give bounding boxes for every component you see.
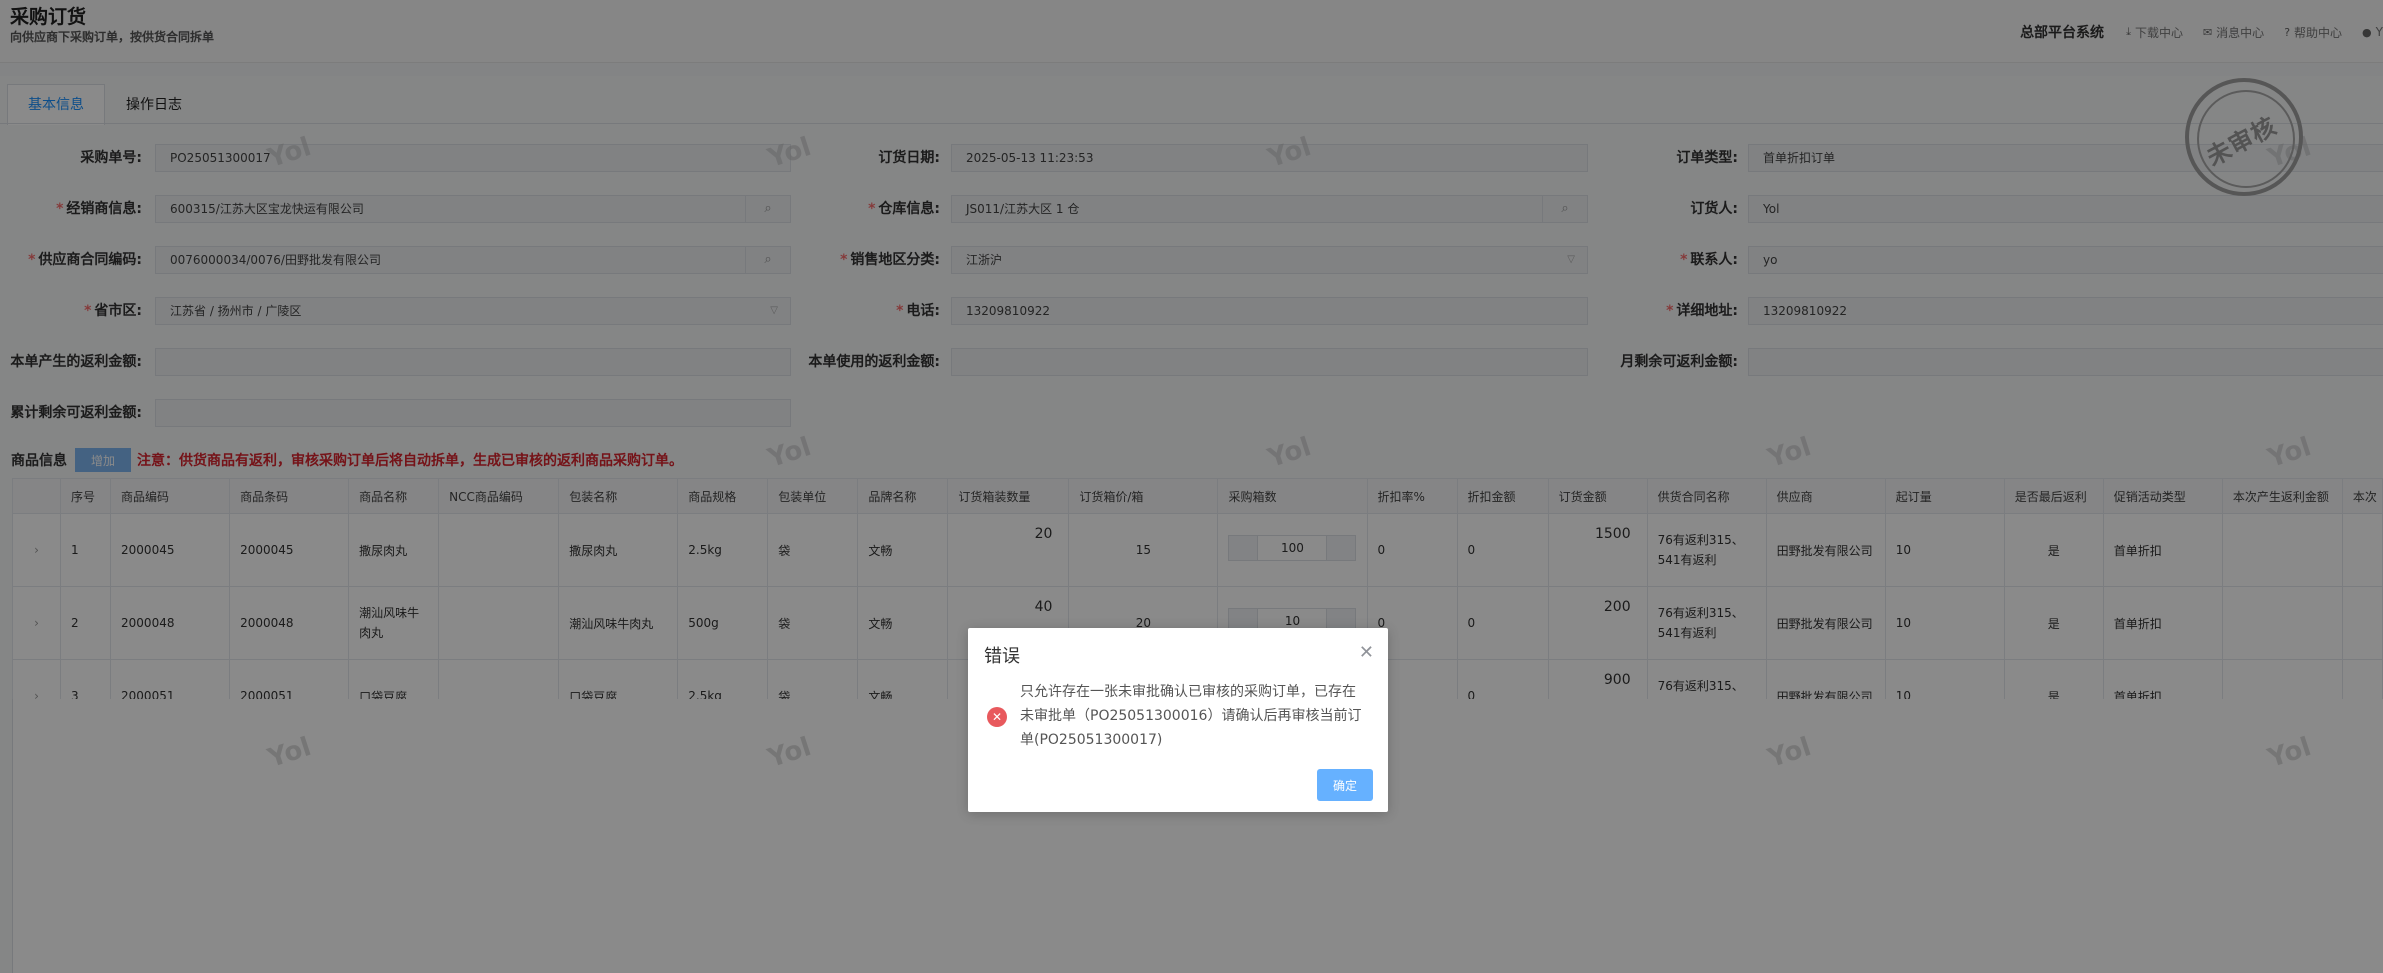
- dialog-message: 只允许存在一张未审批确认已审核的采购订单，已存在未审批单（PO250513000…: [1020, 684, 1362, 748]
- dialog-title: 错误: [984, 646, 1020, 667]
- confirm-button[interactable]: 确定: [1317, 769, 1373, 801]
- page: 采购订货 向供应商下采购订单，按供货合同拆单 总部平台系统 ⤓ 下载中心 ✉ 消息中…: [0, 0, 2383, 973]
- error-dialog: 错误 ✕ ✕ 只允许存在一张未审批确认已审核的采购订单，已存在未审批单（PO25…: [968, 628, 1388, 812]
- error-icon: ✕: [987, 707, 1007, 727]
- modal-overlay[interactable]: [0, 0, 2383, 973]
- close-icon[interactable]: ✕: [1359, 644, 1374, 662]
